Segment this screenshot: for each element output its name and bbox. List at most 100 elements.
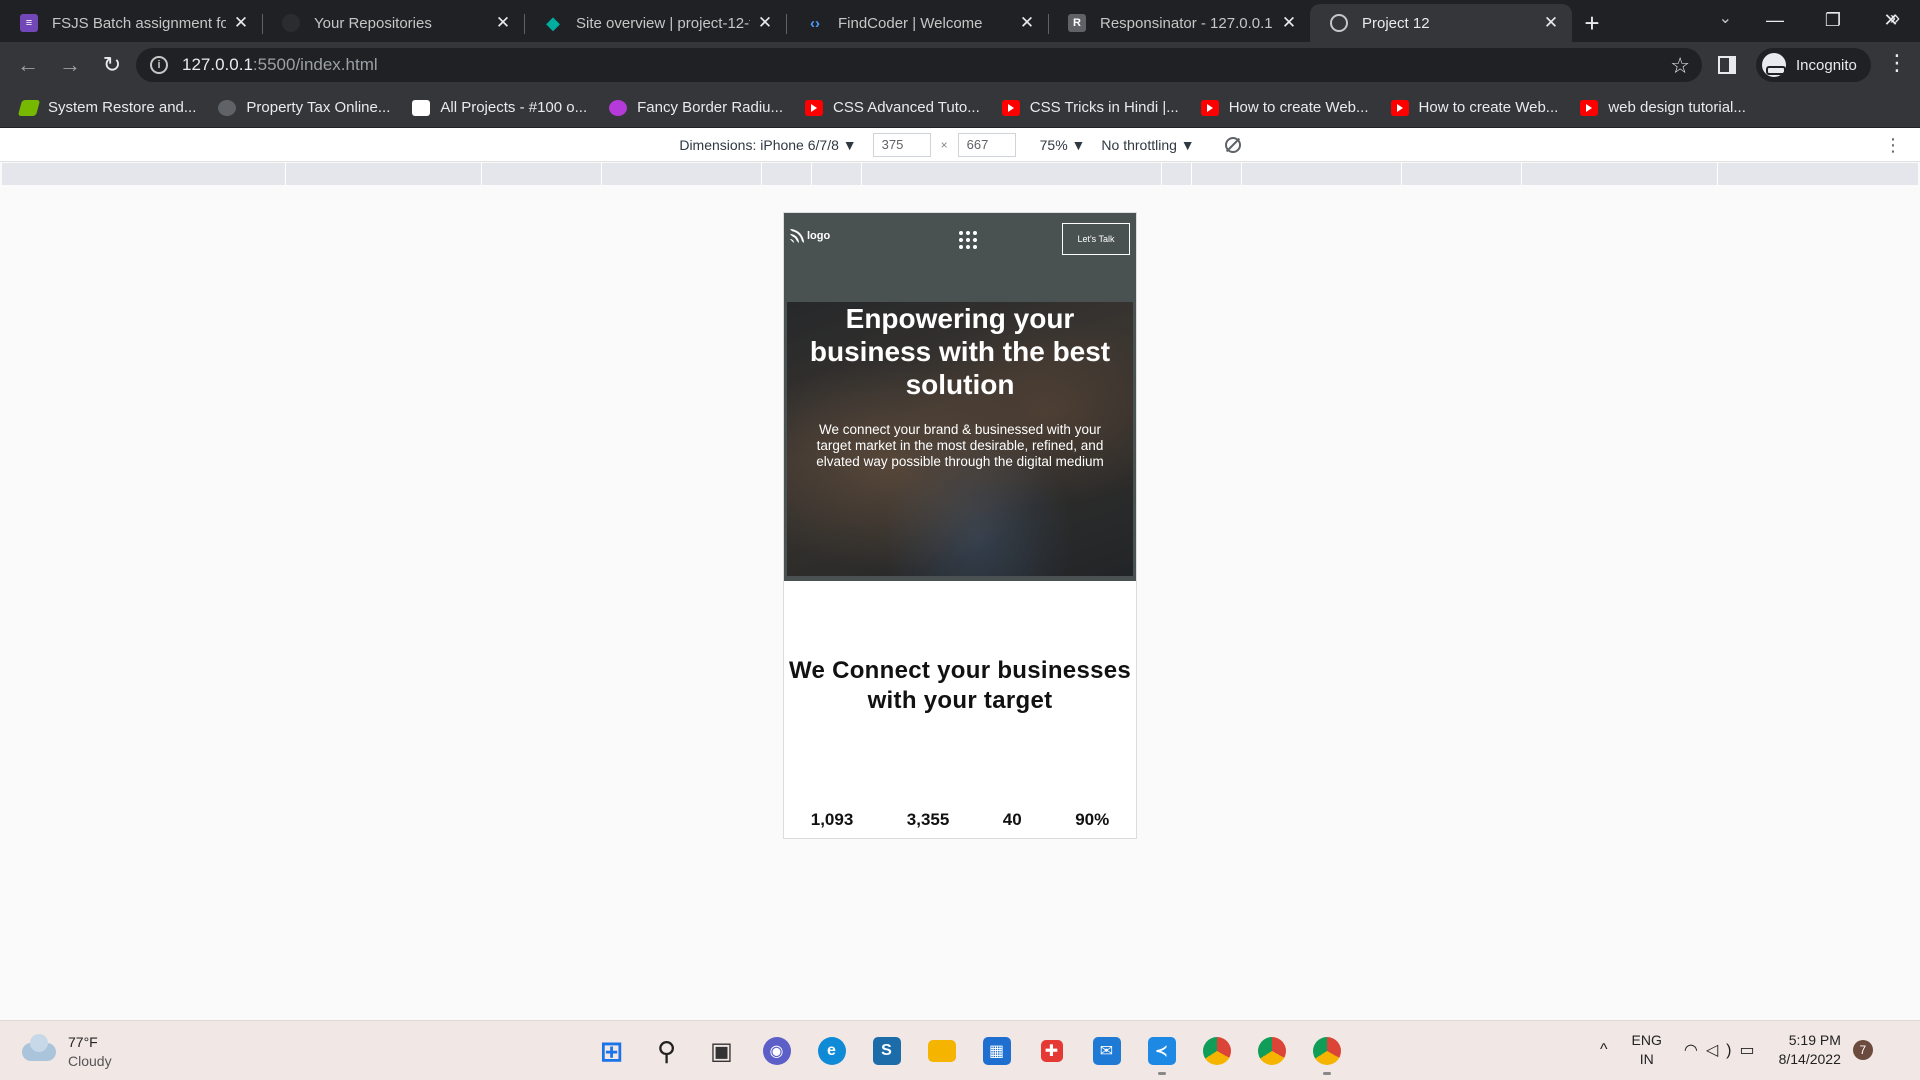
address-bar[interactable]: i 127.0.0.1:5500/index.html ☆ [136, 48, 1702, 82]
device-width-input[interactable]: 375 [872, 132, 931, 157]
vscode-button[interactable]: ≺ [1134, 1029, 1189, 1075]
stat-value: 1,093 [810, 810, 854, 829]
chat-button[interactable]: ◉ [749, 1029, 804, 1073]
zoom-select[interactable]: 75% ▼ [1040, 137, 1086, 153]
side-panel-icon[interactable] [1718, 56, 1736, 74]
gift-button[interactable]: ✚ [1024, 1029, 1079, 1073]
chrome-icon [1257, 1037, 1286, 1065]
tab-project-12[interactable]: Project 12 ✕ [1310, 4, 1572, 42]
chevron-up-icon[interactable]: ^ [1600, 1041, 1608, 1059]
tab-site-overview[interactable]: ◆ Site overview | project-12-fu ✕ [524, 4, 786, 42]
bookmark-item[interactable]: Fancy Border Radiu... [609, 99, 783, 116]
stat-value: 3,355 [906, 810, 950, 829]
youtube-icon [1001, 99, 1020, 116]
hero-image: Enpowering your business with the best s… [787, 302, 1133, 576]
vscode-icon: ≺ [1147, 1037, 1176, 1065]
folder-icon [927, 1040, 956, 1062]
tab-strip: ≡ FSJS Batch assignment form ✕ Your Repo… [0, 0, 1920, 42]
site-logo[interactable]: logo [790, 229, 830, 243]
notification-badge[interactable]: 7 [1852, 1040, 1873, 1060]
tab-title: Site overview | project-12-fu [576, 14, 750, 32]
bookmark-item[interactable]: web design tutorial... [1580, 99, 1746, 116]
tab-fsjs-form[interactable]: ≡ FSJS Batch assignment form ✕ [0, 4, 262, 42]
tab-responsinator[interactable]: R Responsinator - 127.0.0.1:55 ✕ [1048, 4, 1310, 42]
reload-button[interactable]: ↻ [92, 47, 132, 83]
lets-talk-button[interactable]: Let's Talk [1062, 223, 1130, 255]
bookmark-label: web design tutorial... [1608, 99, 1746, 116]
globe-icon [1330, 14, 1348, 32]
search-icon: ⚲ [656, 1035, 677, 1066]
site-info-icon[interactable]: i [150, 56, 168, 74]
back-button[interactable]: ← [8, 47, 48, 83]
browser-menu-icon[interactable]: ⋮ [1886, 50, 1908, 76]
close-icon[interactable]: ✕ [1542, 13, 1560, 33]
logo-text: logo [807, 230, 831, 242]
bookmark-item[interactable]: System Restore and... [17, 99, 197, 116]
media-query-bar[interactable] [2, 163, 1918, 185]
edge-button[interactable]: e [804, 1029, 859, 1073]
chrome-profile-button[interactable] [1244, 1029, 1299, 1073]
profile-label: Incognito [1796, 56, 1857, 74]
tab-findcoder[interactable]: ‹› FindCoder | Welcome ✕ [786, 4, 1048, 42]
bookmark-item[interactable]: How to create Web... [1200, 99, 1369, 116]
device-dimensions-select[interactable]: Dimensions: iPhone 6/7/8 ▼ [679, 137, 856, 153]
new-tab-button[interactable]: + [1572, 4, 1612, 42]
url-text[interactable]: 127.0.0.1:5500/index.html [182, 55, 378, 75]
bookmark-label: All Projects - #100 o... [440, 99, 588, 116]
search-button[interactable]: ⚲ [639, 1029, 694, 1073]
language-indicator[interactable]: ENG IN [1632, 1031, 1662, 1069]
app-s-button[interactable]: S [859, 1029, 914, 1073]
tab-title: FindCoder | Welcome [838, 14, 983, 32]
tab-search-icon[interactable]: ⌄ [1719, 8, 1732, 28]
close-icon[interactable]: ✕ [494, 13, 512, 33]
bookmark-item[interactable]: CSS Advanced Tuto... [805, 99, 980, 116]
youtube-icon [1200, 99, 1219, 116]
close-icon[interactable]: ✕ [1280, 13, 1298, 33]
start-button[interactable]: ⊞ [584, 1029, 639, 1073]
device-options-icon[interactable]: ⋮ [1884, 135, 1902, 156]
clock[interactable]: 5:19 PM 8/14/2022 [1779, 1031, 1841, 1069]
bookmark-label: Property Tax Online... [246, 99, 391, 116]
nvidia-icon [17, 99, 41, 116]
bookmarks-bar: System Restore and... Property Tax Onlin… [0, 88, 1920, 128]
bookmark-item[interactable]: CSS Tricks in Hindi |... [1001, 99, 1179, 116]
incognito-profile-button[interactable]: Incognito [1756, 48, 1871, 82]
bookmark-item[interactable]: Property Tax Online... [218, 99, 390, 116]
minimize-button[interactable]: — [1746, 0, 1804, 40]
volume-icon: ◁) [1705, 1042, 1740, 1059]
globe-icon [218, 99, 237, 116]
device-height-input[interactable]: 667 [957, 132, 1016, 157]
weather-condition: Cloudy [68, 1053, 112, 1069]
bookmark-label: System Restore and... [48, 99, 197, 116]
browser-toolbar: ← → ↻ i 127.0.0.1:5500/index.html ☆ [0, 42, 1920, 88]
bookmark-star-icon[interactable]: ☆ [1670, 53, 1690, 79]
code-icon: ‹› [810, 14, 820, 32]
rotate-icon[interactable] [1224, 136, 1241, 153]
chrome-button[interactable] [1189, 1029, 1244, 1073]
restore-button[interactable]: ❐ [1804, 0, 1862, 40]
weather-widget[interactable]: 77°F Cloudy [22, 1033, 112, 1071]
bookmark-item[interactable]: All Projects - #100 o... [412, 99, 587, 116]
mail-button[interactable]: ✉ [1079, 1029, 1134, 1073]
quick-settings[interactable]: ◠◁)▭ [1684, 1040, 1763, 1060]
netlify-icon: ◆ [546, 12, 560, 33]
bookmark-label: How to create Web... [1228, 99, 1369, 116]
throttling-select[interactable]: No throttling ▼ [1101, 137, 1194, 153]
chrome-profile-2-button[interactable] [1299, 1029, 1354, 1075]
language-code: ENG [1631, 1032, 1662, 1048]
tab-your-repositories[interactable]: Your Repositories ✕ [262, 4, 524, 42]
store-button[interactable]: ▦ [969, 1029, 1024, 1073]
task-view-button[interactable]: ▣ [694, 1029, 749, 1073]
bookmark-item[interactable]: How to create Web... [1390, 99, 1558, 116]
more-bookmarks-button[interactable]: » [1890, 8, 1900, 29]
region-code: IN [1639, 1051, 1654, 1067]
forward-button[interactable]: → [50, 47, 90, 83]
chrome-icon [1312, 1037, 1341, 1065]
grid-menu-icon[interactable] [959, 231, 977, 249]
github-icon [282, 14, 300, 32]
close-icon[interactable]: ✕ [756, 13, 774, 33]
close-icon[interactable]: ✕ [1018, 13, 1036, 33]
close-icon[interactable]: ✕ [232, 13, 250, 33]
file-explorer-button[interactable] [914, 1029, 969, 1073]
tab-title: FSJS Batch assignment form [52, 14, 226, 32]
